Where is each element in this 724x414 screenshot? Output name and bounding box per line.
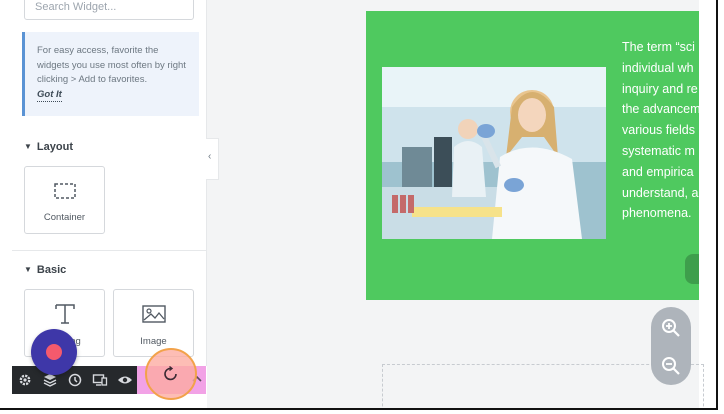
hero-image[interactable] <box>382 67 606 239</box>
caret-down-icon: ▼ <box>24 265 32 274</box>
hero-section[interactable]: The term “sci individual wh inquiry and re… <box>366 11 715 300</box>
divider <box>12 250 206 251</box>
zoom-controls <box>651 307 691 385</box>
history-icon[interactable] <box>67 372 83 388</box>
preview-icon[interactable] <box>117 372 133 388</box>
tip-text: For easy access, favorite the widgets yo… <box>37 45 186 85</box>
lab-photo <box>382 67 606 239</box>
favorites-tip: For easy access, favorite the widgets yo… <box>22 32 199 116</box>
image-icon <box>141 305 166 328</box>
search-input[interactable]: Search Widget... <box>24 0 194 20</box>
got-it-link[interactable]: Got It <box>37 89 62 102</box>
heading-icon <box>54 302 76 331</box>
page-edge <box>699 0 716 408</box>
zoom-out-icon[interactable] <box>661 356 681 376</box>
widget-container[interactable]: Container <box>24 166 105 234</box>
section-title: Layout <box>36 141 73 153</box>
chevron-left-icon: ‹ <box>208 151 212 162</box>
click-highlight <box>145 348 197 400</box>
section-basic-header[interactable]: ▼ Basic <box>24 264 66 276</box>
editor-window: The term “sci individual wh inquiry and re… <box>0 0 718 410</box>
settings-icon[interactable] <box>17 372 33 388</box>
responsive-icon[interactable] <box>92 372 108 388</box>
preview-canvas[interactable]: The term “sci individual wh inquiry and re… <box>207 0 716 408</box>
caret-down-icon: ▼ <box>24 142 32 151</box>
zoom-in-icon[interactable] <box>661 318 681 338</box>
section-layout-header[interactable]: ▼ Layout <box>24 141 73 153</box>
widgets-panel: Search Widget... For easy access, favori… <box>12 0 207 366</box>
search-placeholder: Search Widget... <box>35 1 117 13</box>
record-dot-icon <box>46 344 62 360</box>
panel-collapse-toggle[interactable]: ‹ <box>206 138 219 180</box>
record-button[interactable] <box>31 329 77 375</box>
widget-image[interactable]: Image <box>113 289 194 357</box>
section-title: Basic <box>36 264 67 276</box>
container-icon <box>53 183 76 204</box>
widget-label: Container <box>43 212 86 223</box>
refresh-icon[interactable] <box>161 364 181 389</box>
widget-label: Image <box>140 336 167 347</box>
